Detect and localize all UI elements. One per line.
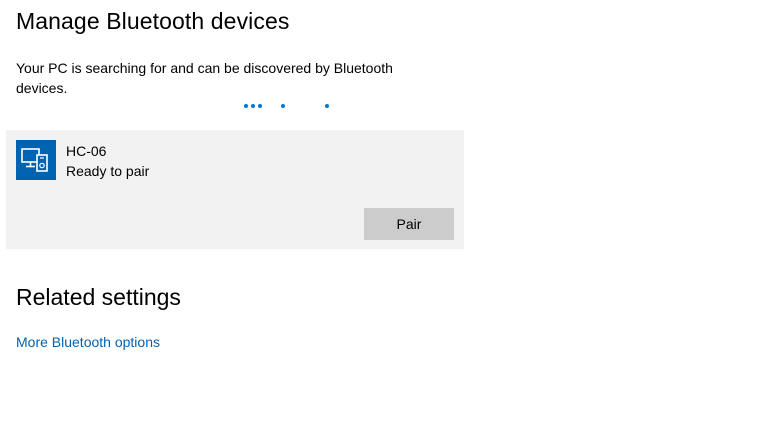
- progress-dot: [281, 104, 285, 108]
- device-name: HC-06: [66, 143, 107, 159]
- page-title: Manage Bluetooth devices: [16, 8, 290, 34]
- progress-dot: [251, 104, 255, 108]
- related-settings-title: Related settings: [16, 284, 181, 310]
- devices-icon: [16, 140, 56, 180]
- searching-progress-indicator: [240, 104, 340, 112]
- device-item-hc-06[interactable]: HC-06 Ready to pair Pair: [6, 130, 464, 249]
- progress-dot: [244, 104, 248, 108]
- progress-dot: [258, 104, 262, 108]
- progress-dot: [325, 104, 329, 108]
- search-status-text: Your PC is searching for and can be disc…: [16, 60, 393, 96]
- bluetooth-settings-page: Manage Bluetooth devices Your PC is sear…: [0, 0, 769, 436]
- more-bluetooth-options-link[interactable]: More Bluetooth options: [16, 332, 160, 352]
- pair-button[interactable]: Pair: [364, 208, 454, 240]
- device-status: Ready to pair: [66, 163, 150, 179]
